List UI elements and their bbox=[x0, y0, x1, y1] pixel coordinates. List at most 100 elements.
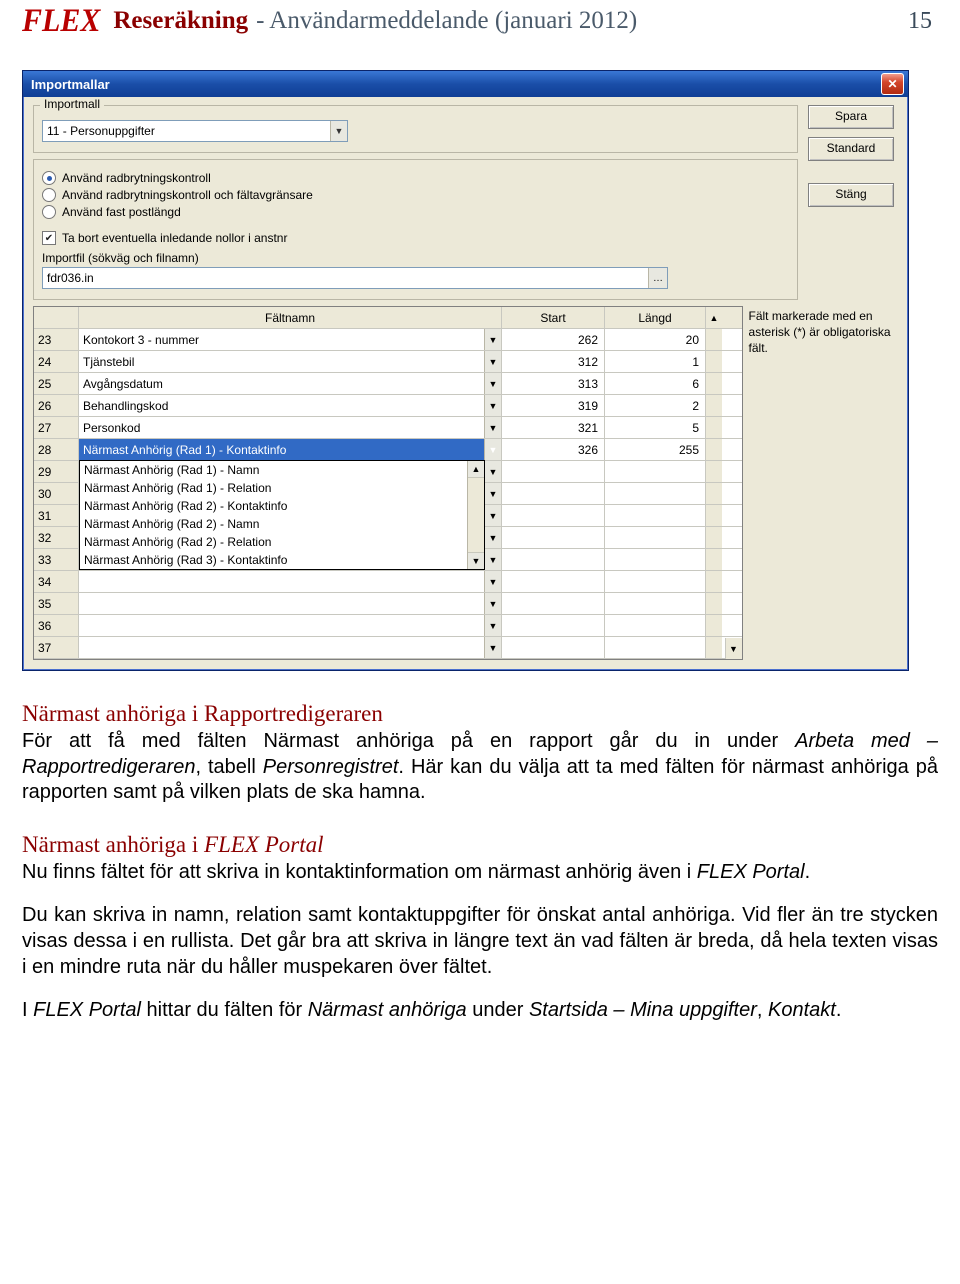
fieldname-dropdown[interactable]: Närmast Anhörig (Rad 1) - Namn Närmast An… bbox=[79, 460, 485, 570]
radio-fast-postlangd[interactable]: Använd fast postlängd bbox=[42, 205, 789, 219]
window-titlebar[interactable]: Importmallar ✕ bbox=[23, 71, 908, 97]
chevron-down-icon[interactable]: ▼ bbox=[484, 615, 501, 636]
grid-scroll-track[interactable] bbox=[706, 527, 722, 548]
table-row[interactable]: 34▼ bbox=[34, 571, 742, 593]
row-fieldname-cell[interactable]: ▼ bbox=[79, 571, 502, 592]
chevron-down-icon[interactable]: ▼ bbox=[484, 417, 501, 438]
row-start[interactable]: 321 bbox=[502, 417, 605, 438]
row-length[interactable] bbox=[605, 527, 706, 548]
grid-scroll-track[interactable] bbox=[706, 637, 722, 658]
table-row[interactable]: 24Tjänstebil▼3121 bbox=[34, 351, 742, 373]
chevron-down-icon[interactable]: ▼ bbox=[484, 395, 501, 416]
grid-scroll-track[interactable] bbox=[706, 373, 722, 394]
grid-scroll-track[interactable] bbox=[706, 439, 722, 460]
row-start[interactable] bbox=[502, 527, 605, 548]
chevron-down-icon[interactable]: ▼ bbox=[484, 549, 501, 570]
grid-scroll-track[interactable] bbox=[706, 483, 722, 504]
table-row[interactable]: 25Avgångsdatum▼3136 bbox=[34, 373, 742, 395]
save-button[interactable]: Spara bbox=[808, 105, 894, 129]
chevron-down-icon[interactable]: ▼ bbox=[484, 461, 501, 482]
row-start[interactable] bbox=[502, 483, 605, 504]
row-length[interactable] bbox=[605, 505, 706, 526]
chevron-down-icon[interactable]: ▼ bbox=[484, 593, 501, 614]
row-length[interactable] bbox=[605, 615, 706, 636]
grid-scroll-track[interactable] bbox=[706, 461, 722, 482]
table-row[interactable]: 35▼ bbox=[34, 593, 742, 615]
row-fieldname-cell[interactable]: Kontokort 3 - nummer▼ bbox=[79, 329, 502, 350]
importfile-input[interactable]: fdr036.in … bbox=[42, 267, 668, 289]
row-length[interactable]: 20 bbox=[605, 329, 706, 350]
row-fieldname-cell[interactable]: Närmast Anhörig (Rad 1) - Kontaktinfo▼Nä… bbox=[79, 439, 502, 460]
row-fieldname-cell[interactable]: ▼ bbox=[79, 615, 502, 636]
scroll-up-icon[interactable]: ▲ bbox=[468, 461, 484, 478]
chevron-down-icon[interactable]: ▼ bbox=[484, 329, 501, 350]
dropdown-scrollbar[interactable]: ▲▼ bbox=[467, 461, 484, 569]
row-length[interactable] bbox=[605, 571, 706, 592]
field-grid[interactable]: Fältnamn Start Längd ▲ 23Kontokort 3 - n… bbox=[33, 306, 743, 660]
table-row[interactable]: 26Behandlingskod▼3192 bbox=[34, 395, 742, 417]
grid-scroll-track[interactable] bbox=[706, 417, 722, 438]
row-length[interactable] bbox=[605, 637, 706, 658]
chevron-down-icon[interactable]: ▼ bbox=[484, 637, 501, 658]
dropdown-item[interactable]: Närmast Anhörig (Rad 2) - Kontaktinfo bbox=[80, 497, 484, 515]
row-length[interactable] bbox=[605, 549, 706, 570]
row-fieldname-cell[interactable]: ▼ bbox=[79, 637, 502, 658]
dropdown-item[interactable]: Närmast Anhörig (Rad 3) - Kontaktinfo bbox=[80, 551, 484, 569]
standard-button[interactable]: Standard bbox=[808, 137, 894, 161]
row-fieldname-cell[interactable]: Behandlingskod▼ bbox=[79, 395, 502, 416]
chevron-down-icon[interactable]: ▼ bbox=[484, 373, 501, 394]
row-length[interactable]: 2 bbox=[605, 395, 706, 416]
dropdown-item[interactable]: Närmast Anhörig (Rad 1) - Namn bbox=[80, 461, 484, 479]
row-start[interactable]: 262 bbox=[502, 329, 605, 350]
row-length[interactable] bbox=[605, 461, 706, 482]
row-start[interactable] bbox=[502, 593, 605, 614]
grid-scroll-down-icon[interactable]: ▼ bbox=[725, 638, 742, 659]
grid-scroll-track[interactable] bbox=[706, 505, 722, 526]
close-button[interactable]: Stäng bbox=[808, 183, 894, 207]
close-icon[interactable]: ✕ bbox=[881, 73, 904, 95]
row-length[interactable]: 1 bbox=[605, 351, 706, 372]
grid-scroll-track[interactable] bbox=[706, 351, 722, 372]
row-length[interactable]: 5 bbox=[605, 417, 706, 438]
scroll-down-icon[interactable]: ▼ bbox=[468, 552, 484, 569]
chevron-down-icon[interactable]: ▼ bbox=[484, 571, 501, 592]
row-start[interactable]: 312 bbox=[502, 351, 605, 372]
radio-radbrytning-avgransare[interactable]: Använd radbrytningskontroll och fältavgr… bbox=[42, 188, 789, 202]
chevron-down-icon[interactable]: ▼ bbox=[484, 505, 501, 526]
grid-scroll-track[interactable] bbox=[706, 571, 722, 592]
grid-scroll-track[interactable] bbox=[706, 329, 722, 350]
table-row[interactable]: 36▼ bbox=[34, 615, 742, 637]
row-length[interactable] bbox=[605, 593, 706, 614]
grid-scroll-track[interactable] bbox=[706, 395, 722, 416]
row-fieldname-cell[interactable]: Tjänstebil▼ bbox=[79, 351, 502, 372]
chevron-down-icon[interactable]: ▼ bbox=[484, 351, 501, 372]
row-start[interactable] bbox=[502, 615, 605, 636]
browse-icon[interactable]: … bbox=[648, 268, 667, 288]
row-fieldname-cell[interactable]: Personkod▼ bbox=[79, 417, 502, 438]
checkbox-leading-zeros[interactable]: ✔ Ta bort eventuella inledande nollor i … bbox=[42, 231, 789, 245]
row-length[interactable]: 6 bbox=[605, 373, 706, 394]
row-start[interactable]: 319 bbox=[502, 395, 605, 416]
radio-radbrytning[interactable]: Använd radbrytningskontroll bbox=[42, 171, 789, 185]
row-start[interactable] bbox=[502, 571, 605, 592]
grid-scroll-track[interactable] bbox=[706, 615, 722, 636]
row-start[interactable] bbox=[502, 461, 605, 482]
chevron-down-icon[interactable]: ▼ bbox=[330, 121, 347, 141]
chevron-down-icon[interactable]: ▼ bbox=[484, 483, 501, 504]
table-row[interactable]: 28Närmast Anhörig (Rad 1) - Kontaktinfo▼… bbox=[34, 439, 742, 461]
dropdown-item[interactable]: Närmast Anhörig (Rad 2) - Namn bbox=[80, 515, 484, 533]
row-start[interactable] bbox=[502, 505, 605, 526]
grid-scroll-track[interactable] bbox=[706, 593, 722, 614]
dropdown-item[interactable]: Närmast Anhörig (Rad 2) - Relation bbox=[80, 533, 484, 551]
chevron-down-icon[interactable]: ▼ bbox=[484, 527, 501, 548]
row-start[interactable] bbox=[502, 637, 605, 658]
row-start[interactable]: 326 bbox=[502, 439, 605, 460]
row-length[interactable] bbox=[605, 483, 706, 504]
row-fieldname-cell[interactable]: Avgångsdatum▼ bbox=[79, 373, 502, 394]
template-select[interactable]: 11 - Personuppgifter ▼ bbox=[42, 120, 348, 142]
table-row[interactable]: 23Kontokort 3 - nummer▼26220 bbox=[34, 329, 742, 351]
grid-scroll-track[interactable] bbox=[706, 549, 722, 570]
grid-scroll-up-icon[interactable]: ▲ bbox=[706, 307, 722, 328]
row-length[interactable]: 255 bbox=[605, 439, 706, 460]
table-row[interactable]: 37▼ bbox=[34, 637, 742, 659]
